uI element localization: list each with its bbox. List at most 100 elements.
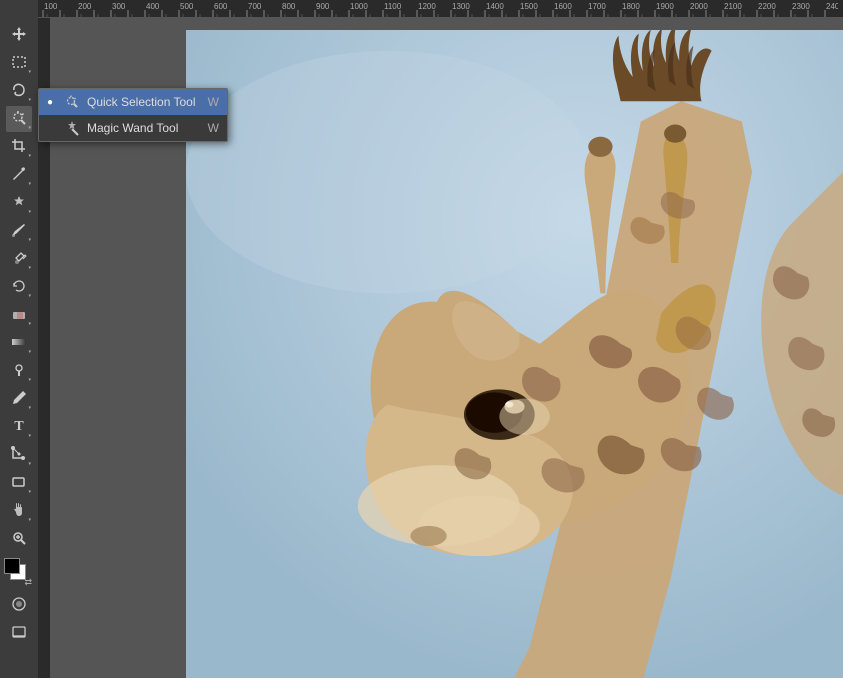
eyedropper-icon [11,166,27,184]
tool-dropdown-menu: ● Quick Selection Tool W Magic Wand Tool… [38,88,228,142]
svg-text:1000: 1000 [350,2,368,11]
quick-select-menu-icon [63,93,81,111]
tool-healing[interactable]: ▾ [6,190,32,216]
dropdown-item-magic-wand[interactable]: Magic Wand Tool W [39,115,227,141]
tool-history[interactable]: ▾ [6,274,32,300]
svg-text:1700: 1700 [588,2,606,11]
svg-text:300: 300 [112,2,126,11]
svg-text:500: 500 [180,2,194,11]
tool-quick-mask[interactable] [6,592,32,618]
shapes-icon [11,474,27,492]
svg-text:1300: 1300 [452,2,470,11]
ruler-top: 100 200 300 400 500 600 700 800 900 1000 1100 1200 1… [38,0,843,18]
svg-text:1400: 1400 [486,2,504,11]
submenu-arrow: ▾ [28,70,31,75]
tool-type[interactable]: T ▾ [6,414,32,440]
dropdown-item-quick-select[interactable]: ● Quick Selection Tool W [39,89,227,115]
svg-text:100: 100 [44,2,58,11]
tool-marquee[interactable]: ▾ [6,50,32,76]
ruler-top-svg: 100 200 300 400 500 600 700 800 900 1000 1100 1200 1… [38,0,838,18]
quick-select-icon [11,110,27,128]
brush-icon [11,222,27,240]
submenu-arrow: ▾ [28,126,31,131]
submenu-arrow: ▾ [28,322,31,327]
submenu-arrow: ▾ [28,154,31,159]
tool-eyedropper[interactable]: ▾ [6,162,32,188]
tool-brush[interactable]: ▾ [6,218,32,244]
submenu-arrow: ▾ [28,518,31,523]
eraser-icon [11,306,27,324]
tool-eraser[interactable]: ▾ [6,302,32,328]
svg-text:600: 600 [214,2,228,11]
lasso-icon [11,82,27,100]
dropdown-quick-select-label: Quick Selection Tool [87,95,202,109]
healing-icon [11,194,27,212]
tool-dodge[interactable]: ▾ [6,358,32,384]
tool-lasso[interactable]: ▾ [6,78,32,104]
marquee-icon [11,54,27,72]
hand-icon [11,502,27,520]
gradient-icon [11,334,27,352]
zoom-icon [11,530,27,548]
submenu-arrow: ▾ [28,266,31,271]
tool-clone[interactable]: ▾ [6,246,32,272]
submenu-arrow: ▾ [28,98,31,103]
tool-hand[interactable]: ▾ [6,498,32,524]
move-icon [11,26,27,44]
svg-text:2300: 2300 [792,2,810,11]
selected-check-icon: ● [47,97,57,108]
svg-text:2100: 2100 [724,2,742,11]
submenu-arrow: ▾ [28,490,31,495]
tool-move[interactable] [6,22,32,48]
pen-icon [11,390,27,408]
dropdown-magic-wand-shortcut: W [208,121,219,135]
tool-path-select[interactable]: ▾ [6,442,32,468]
tool-screen-mode[interactable] [6,620,32,646]
submenu-arrow: ▾ [28,210,31,215]
svg-text:1500: 1500 [520,2,538,11]
magic-wand-menu-icon [63,119,81,137]
tool-zoom[interactable] [6,526,32,552]
submenu-arrow: ▾ [28,434,31,439]
submenu-arrow: ▾ [28,182,31,187]
svg-text:900: 900 [316,2,330,11]
svg-text:400: 400 [146,2,160,11]
crop-icon [11,138,27,156]
svg-text:700: 700 [248,2,262,11]
submenu-arrow: ▾ [28,378,31,383]
svg-text:800: 800 [282,2,296,11]
history-icon [11,278,27,296]
dodge-icon [11,362,27,380]
tool-crop[interactable]: ▾ [6,134,32,160]
toolbar: ▾ ▾ ▾ ▾ ▾ ▾ ▾ [0,18,38,678]
svg-text:1600: 1600 [554,2,572,11]
clone-icon [11,250,27,268]
svg-text:1200: 1200 [418,2,436,11]
giraffe-image [186,30,843,678]
svg-text:2400: 2400 [826,2,838,11]
dropdown-magic-wand-label: Magic Wand Tool [87,121,202,135]
svg-text:2000: 2000 [690,2,708,11]
svg-text:2200: 2200 [758,2,776,11]
submenu-arrow: ▾ [28,294,31,299]
svg-text:1800: 1800 [622,2,640,11]
svg-text:1900: 1900 [656,2,674,11]
tool-pen[interactable]: ▾ [6,386,32,412]
tool-quick-select[interactable]: ▾ [6,106,32,132]
tool-gradient[interactable]: ▾ [6,330,32,356]
tool-shapes[interactable]: ▾ [6,470,32,496]
path-select-icon [11,446,27,464]
dropdown-quick-select-shortcut: W [208,95,219,109]
magic-wand-check-icon [47,123,57,134]
swap-colors-icon[interactable]: ⇄ [24,577,32,588]
foreground-color-swatch[interactable] [4,558,20,574]
submenu-arrow: ▾ [28,350,31,355]
quick-mask-icon [11,596,27,614]
submenu-arrow: ▾ [28,462,31,467]
screen-mode-icon [11,624,27,642]
type-icon: T [14,420,23,434]
svg-text:1100: 1100 [384,2,402,11]
image-canvas[interactable] [186,30,843,678]
svg-text:200: 200 [78,2,92,11]
submenu-arrow: ▾ [28,238,31,243]
